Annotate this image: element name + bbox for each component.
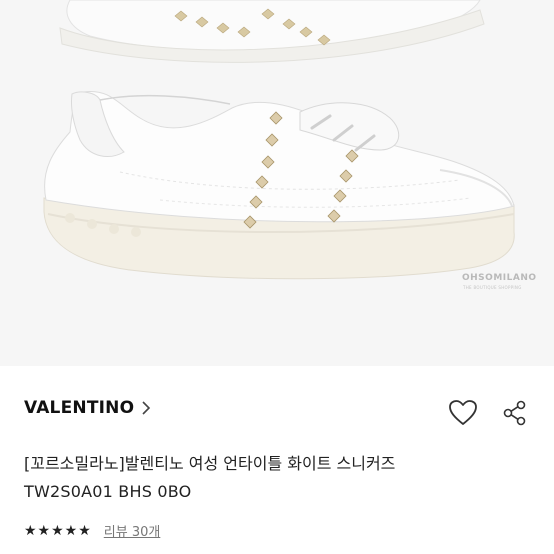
sneaker-illustration [43, 0, 515, 280]
product-actions [446, 396, 532, 430]
chevron-right-icon[interactable] [139, 400, 153, 416]
watermark-subtext: THE BOUTIQUE SHOPPING [463, 285, 522, 290]
watermark-text: OHSOMILANO [462, 273, 537, 283]
product-title: [꼬르소밀라노]발렌티노 여성 언타이틀 화이트 스니커즈 [24, 454, 396, 473]
rating-row: ★★★★★ 리뷰 30개 [24, 521, 161, 541]
brand-name[interactable]: VALENTINO [24, 398, 134, 418]
heart-icon[interactable] [446, 396, 480, 430]
star-rating: ★★★★★ [24, 522, 92, 539]
product-page: OHSOMILANO THE BOUTIQUE SHOPPING VALENTI… [0, 0, 554, 554]
product-code: TW2S0A01 BHS 0BO [24, 482, 192, 501]
brand-link[interactable]: VALENTINO [24, 398, 153, 418]
product-image[interactable]: OHSOMILANO THE BOUTIQUE SHOPPING [0, 0, 554, 366]
share-icon[interactable] [498, 396, 532, 430]
review-count-link[interactable]: 리뷰 30개 [104, 521, 161, 540]
